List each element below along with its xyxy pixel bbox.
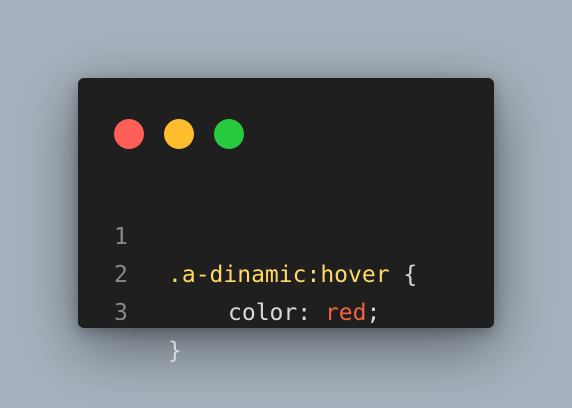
colon: : — [297, 300, 325, 326]
code-line-2: 2 color: red; — [78, 218, 494, 326]
semicolon: ; — [366, 300, 381, 326]
line-number: 3 — [114, 300, 128, 326]
css-value: red — [324, 300, 367, 326]
code-line-3: 3 } — [78, 256, 494, 364]
close-dot-icon[interactable] — [114, 119, 144, 149]
code-line-1: 1 .a-dinamic:hover { — [78, 180, 494, 288]
code-block: 1 .a-dinamic:hover { 2 color: red; 3 } — [78, 180, 494, 364]
minimize-dot-icon[interactable] — [164, 119, 194, 149]
close-brace: } — [168, 338, 182, 364]
css-property: color — [228, 300, 298, 326]
code-window: 1 .a-dinamic:hover { 2 color: red; 3 } — [78, 78, 494, 364]
maximize-dot-icon[interactable] — [214, 119, 244, 149]
